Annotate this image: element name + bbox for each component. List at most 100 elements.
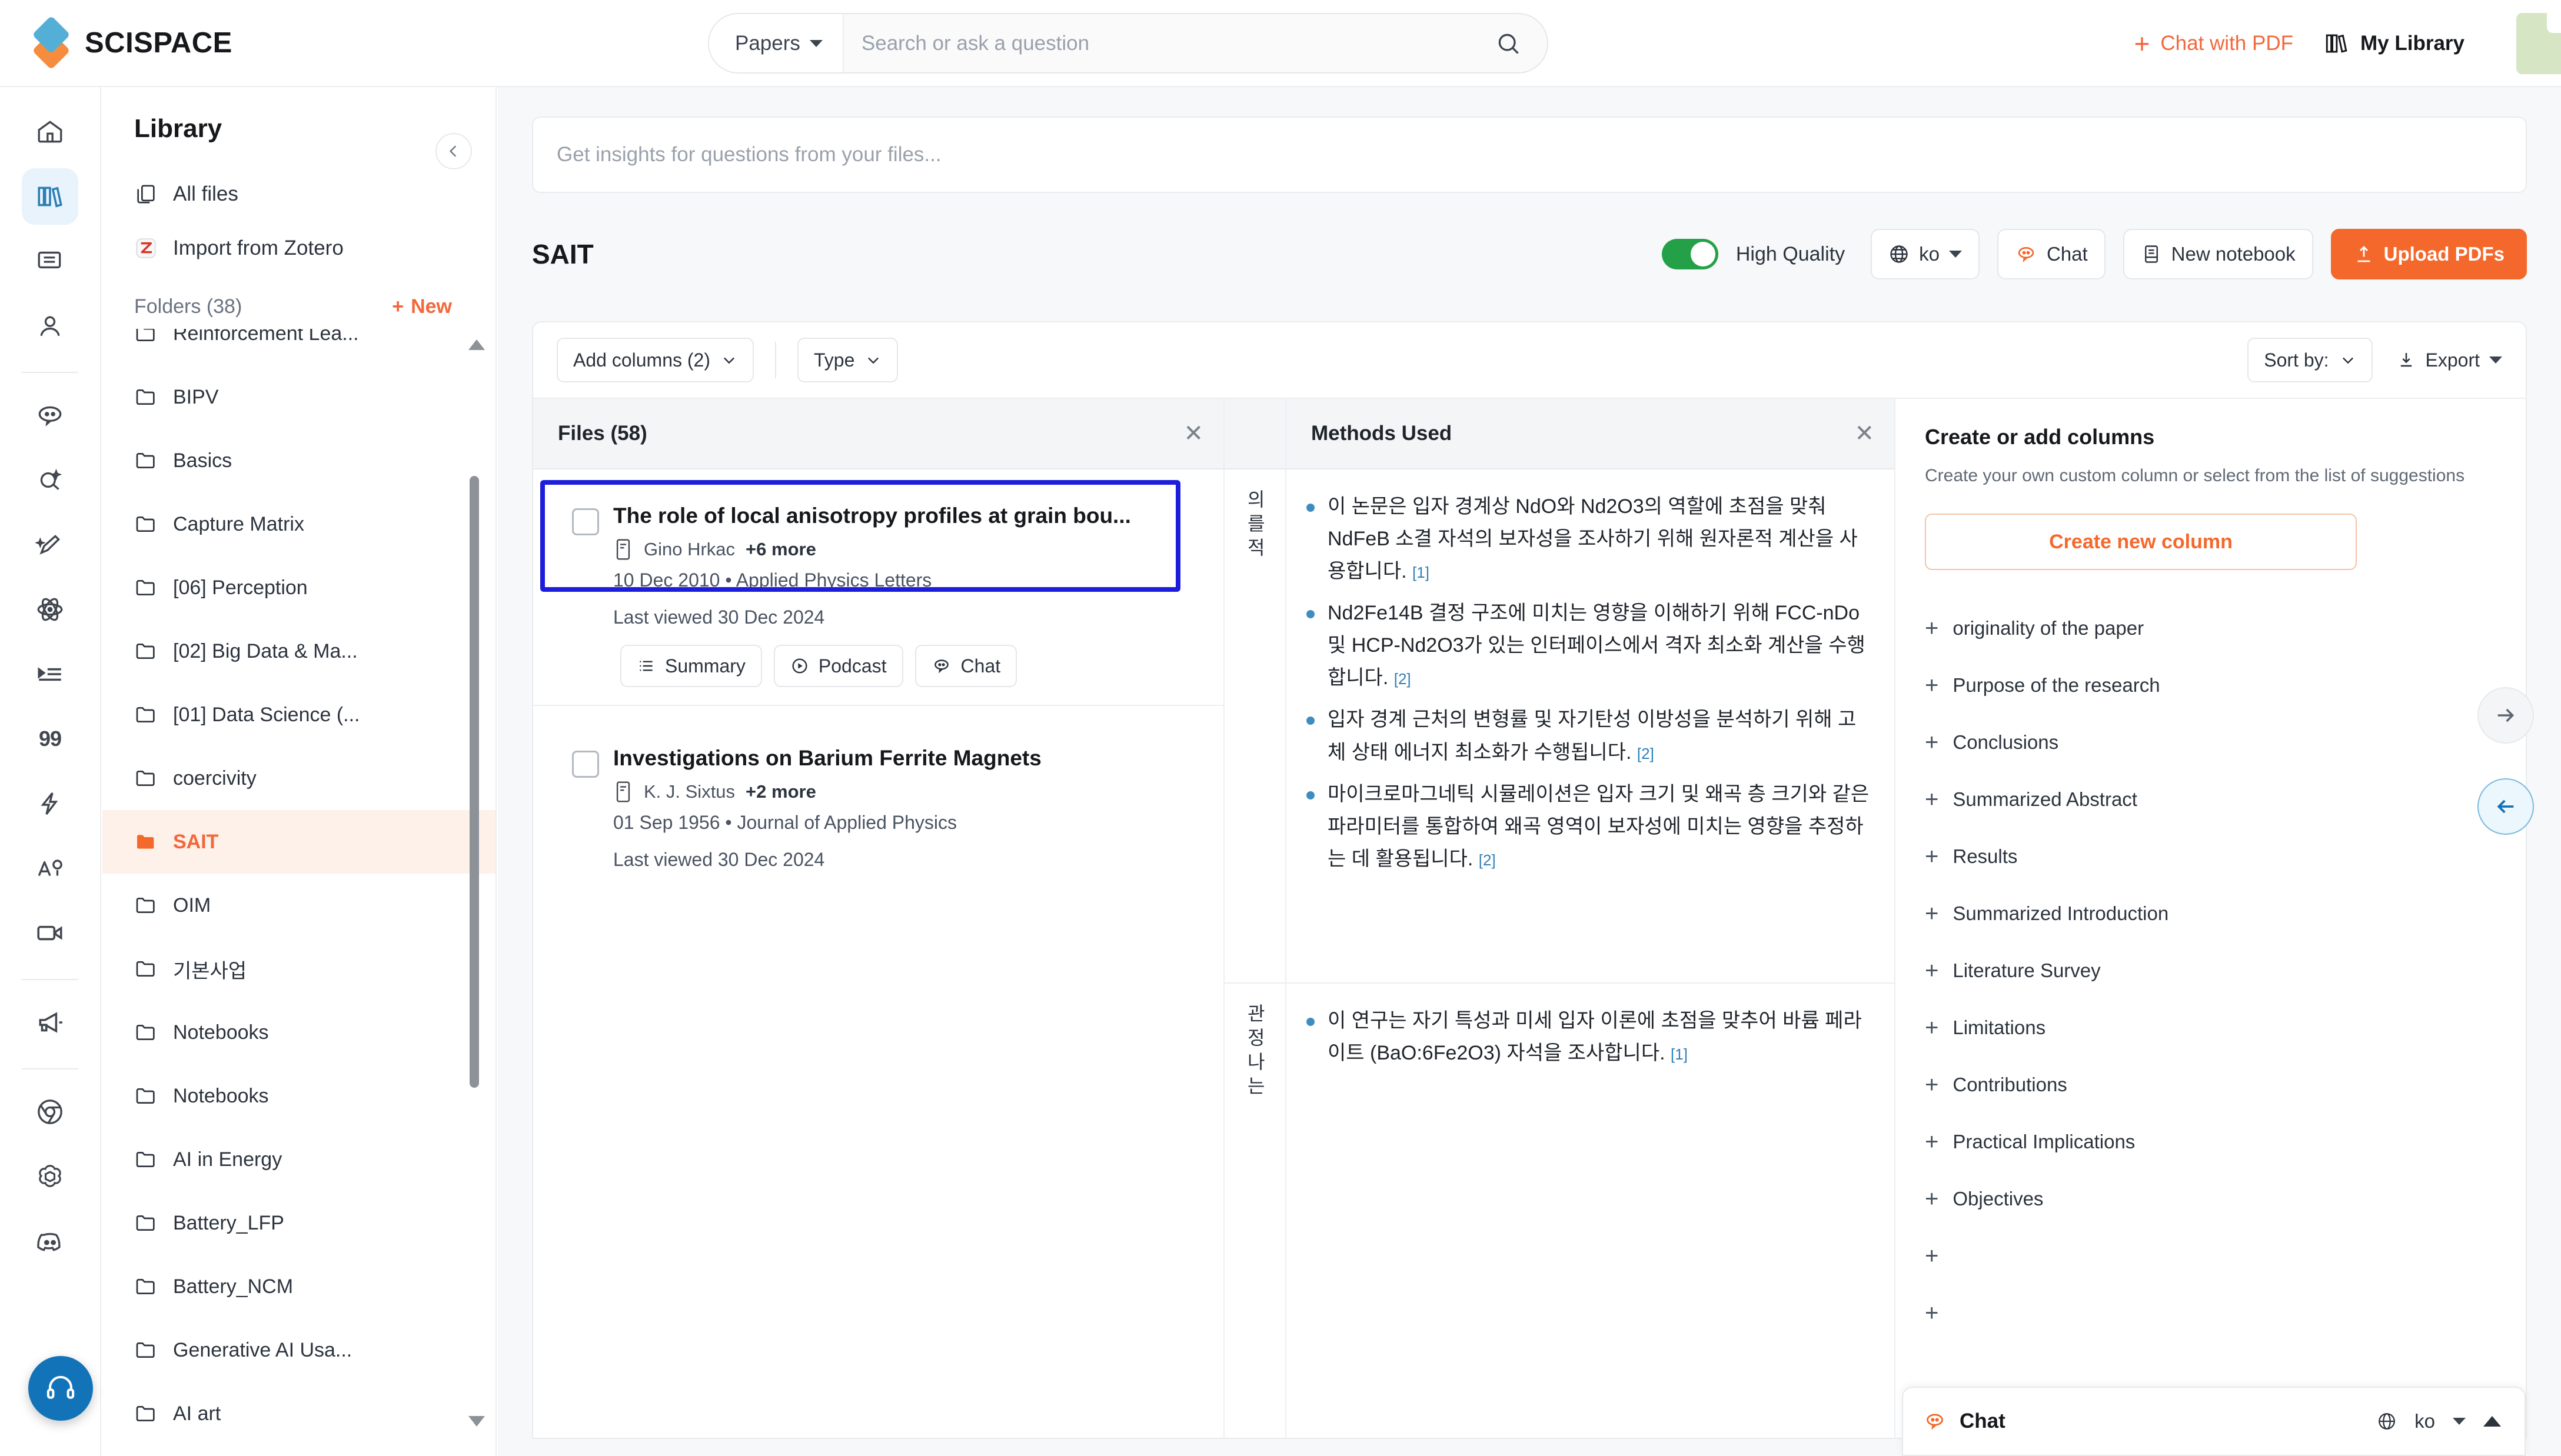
podcast-button[interactable]: Podcast	[773, 645, 903, 687]
sidebar-folder-coercivity[interactable]: coercivity	[102, 747, 495, 810]
sidebar-folder-01-data-science[interactable]: [01] Data Science (...	[102, 683, 495, 747]
column-suggestion-summarized-introduction[interactable]: + Summarized Introduction	[1925, 885, 2496, 942]
rail-item-paraphraser[interactable]	[22, 517, 78, 573]
citation-link[interactable]: [2]	[1479, 851, 1496, 869]
sidebar-folder-ai-art[interactable]: AI art	[102, 1382, 495, 1435]
rail-item-science[interactable]	[22, 581, 78, 638]
sidebar-folder-ai-in-energy[interactable]: AI in Energy	[102, 1128, 495, 1191]
column-suggestion-summarized-abstract[interactable]: + Summarized Abstract	[1925, 771, 2496, 828]
column-suggestion-hidden[interactable]: +	[1925, 1284, 2496, 1341]
file-card[interactable]: Investigations on Barium Ferrite Magnets…	[557, 732, 1200, 887]
row-checkbox[interactable]	[572, 508, 599, 535]
rail-item-video[interactable]	[22, 905, 78, 961]
column-suggestion-limitations[interactable]: + Limitations	[1925, 999, 2496, 1056]
rail-item-ai-detector[interactable]	[22, 840, 78, 897]
type-filter-button[interactable]: Type	[797, 338, 899, 382]
sidebar-folder-bipv[interactable]: BIPV	[102, 365, 495, 429]
avatar[interactable]	[2516, 13, 2561, 74]
column-suggestion-practical-implications[interactable]: + Practical Implications	[1925, 1113, 2496, 1170]
file-title[interactable]: Investigations on Barium Ferrite Magnets	[613, 746, 1185, 771]
file-card[interactable]: The role of local anisotropy profiles at…	[557, 489, 1200, 645]
column-suggestion-hidden[interactable]: +	[1925, 1227, 2496, 1284]
rail-item-discord[interactable]	[22, 1213, 78, 1270]
export-button[interactable]: Export	[2396, 349, 2502, 371]
sidebar-folder-notebooks[interactable]: Notebooks	[102, 1064, 495, 1128]
column-suggestion-originality-of-the-paper[interactable]: + originality of the paper	[1925, 599, 2496, 657]
citation-link[interactable]: [1]	[1671, 1045, 1688, 1063]
previous-column-button[interactable]	[2477, 778, 2534, 835]
rail-item-ai-search[interactable]	[22, 452, 78, 508]
sidebar-folder-generative-ai-usa[interactable]: Generative AI Usa...	[102, 1318, 495, 1382]
column-suggestion-literature-survey[interactable]: + Literature Survey	[1925, 942, 2496, 999]
sidebar-folder-capture-matrix[interactable]: Capture Matrix	[102, 492, 495, 556]
sidebar-folder-battery-ncm[interactable]: Battery_NCM	[102, 1255, 495, 1318]
sort-by-button[interactable]: Sort by:	[2247, 338, 2373, 382]
new-notebook-button[interactable]: New notebook	[2123, 229, 2313, 279]
rail-item-chat[interactable]	[22, 387, 78, 444]
rail-item-notebook[interactable]	[22, 233, 78, 289]
rail-item-library[interactable]	[22, 168, 78, 225]
scroll-up-arrow-icon[interactable]	[468, 339, 485, 350]
search-scope-dropdown[interactable]: Papers	[709, 14, 844, 72]
new-folder-button[interactable]: + New	[392, 295, 452, 318]
sidebar-folder-oim[interactable]: OIM	[102, 874, 495, 937]
sidebar-folder-battery-lfp[interactable]: Battery_LFP	[102, 1191, 495, 1255]
close-column-methods-button[interactable]: ✕	[1854, 422, 1874, 445]
sidebar-folder-sait[interactable]: SAIT	[102, 810, 495, 874]
row-checkbox[interactable]	[572, 751, 599, 778]
column-suggestion-results[interactable]: + Results	[1925, 828, 2496, 885]
rail-item-extract-data[interactable]	[22, 646, 78, 702]
file-title[interactable]: The role of local anisotropy profiles at…	[613, 504, 1185, 528]
column-suggestion-contributions[interactable]: + Contributions	[1925, 1056, 2496, 1113]
table-row[interactable]: The role of local anisotropy profiles at…	[533, 469, 1223, 706]
summary-button[interactable]: Summary	[620, 645, 762, 687]
rail-item-home[interactable]	[22, 104, 78, 160]
create-new-column-button[interactable]: Create new column	[1925, 514, 2357, 570]
scrollbar-thumb[interactable]	[470, 476, 479, 1088]
my-library-button[interactable]: My Library	[2324, 31, 2464, 56]
rail-item-announcements[interactable]	[22, 994, 78, 1051]
citation-link[interactable]: [2]	[1394, 670, 1411, 688]
citation-link[interactable]: [1]	[1412, 564, 1429, 581]
language-dropdown[interactable]: ko	[1871, 229, 1980, 279]
sidebar-folder-02-big-data-ma[interactable]: [02] Big Data & Ma...	[102, 619, 495, 683]
sidebar-folder-[interactable]: 기본사업	[102, 937, 495, 1001]
column-clipped: 의 를 적 관 정 나 는	[1225, 399, 1286, 1438]
column-suggestion-conclusions[interactable]: + Conclusions	[1925, 714, 2496, 771]
add-columns-button[interactable]: Add columns (2)	[557, 338, 754, 382]
sidebar-item-import-zotero[interactable]: Import from Zotero	[102, 221, 495, 275]
column-suggestion-objectives[interactable]: + Objectives	[1925, 1170, 2496, 1227]
high-quality-toggle[interactable]	[1661, 239, 1718, 269]
sidebar-item-all-files[interactable]: All files	[102, 167, 495, 221]
chat-button[interactable]: Chat	[1997, 229, 2106, 279]
file-more-authors[interactable]: +6 more	[746, 539, 816, 560]
upload-pdfs-button[interactable]: Upload PDFs	[2330, 229, 2527, 279]
close-column-files-button[interactable]: ✕	[1183, 422, 1203, 445]
scroll-down-arrow-icon[interactable]	[468, 1416, 485, 1427]
column-suggestion-purpose-of-the-research[interactable]: + Purpose of the research	[1925, 657, 2496, 714]
insights-input[interactable]	[557, 143, 2502, 166]
search-submit-button[interactable]	[1484, 31, 1547, 56]
rail-item-chrome[interactable]	[22, 1084, 78, 1140]
support-chat-fab[interactable]	[28, 1356, 93, 1421]
rail-item-quick[interactable]	[22, 775, 78, 832]
sidebar-folder-notebooks[interactable]: Notebooks	[102, 1001, 495, 1064]
table-row[interactable]: Investigations on Barium Ferrite Magnets…	[533, 706, 1223, 887]
citation-link[interactable]: [2]	[1637, 745, 1654, 762]
sidebar-folder-reinforcement-lea[interactable]: Reinforcement Lea...	[102, 329, 495, 365]
brand-logo[interactable]: SCISPACE	[32, 15, 232, 70]
rail-item-citation[interactable]: 99	[22, 711, 78, 767]
collapse-sidebar-button[interactable]	[435, 133, 472, 169]
row-chat-button[interactable]: Chat	[914, 645, 1017, 687]
chevron-up-icon[interactable]	[2483, 1416, 2501, 1427]
search-input[interactable]	[843, 14, 1484, 72]
sidebar-folder-06-perception[interactable]: [06] Perception	[102, 556, 495, 619]
rail-item-openai[interactable]	[22, 1148, 78, 1205]
sidebar-scrollbar[interactable]	[468, 329, 485, 1435]
chat-with-pdf-button[interactable]: + Chat with PDF	[2134, 30, 2294, 57]
file-more-authors[interactable]: +2 more	[746, 781, 816, 802]
sidebar-folder-basics[interactable]: Basics	[102, 429, 495, 492]
bottom-chat-bar[interactable]: Chat ko	[1902, 1387, 2526, 1456]
rail-item-profile[interactable]	[22, 298, 78, 354]
next-column-button[interactable]	[2477, 687, 2534, 744]
